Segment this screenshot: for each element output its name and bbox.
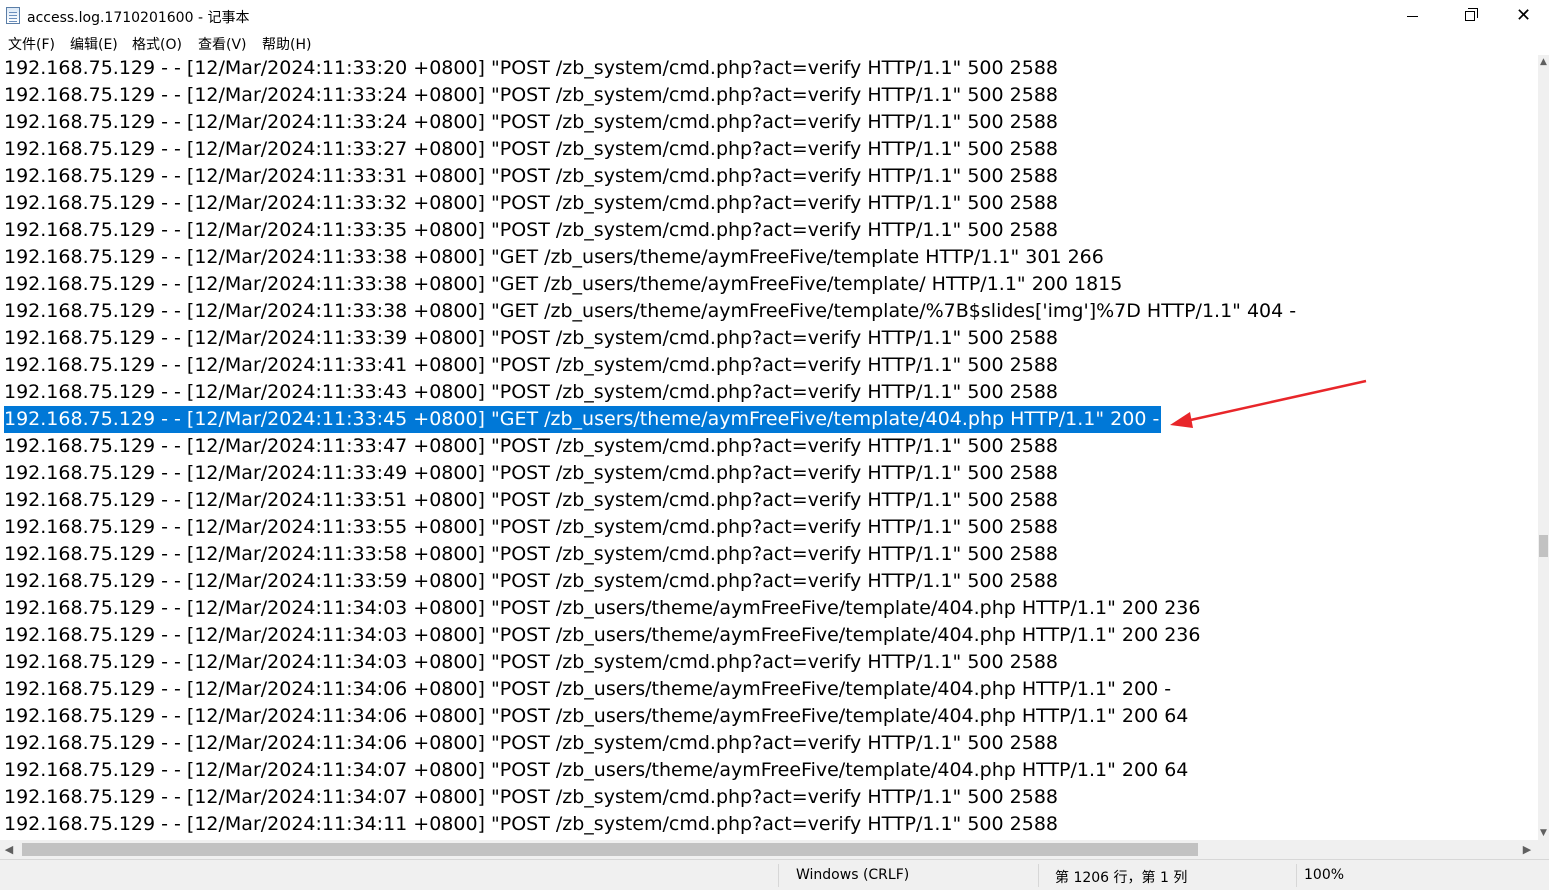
- menu-edit[interactable]: 编辑(E): [70, 34, 118, 54]
- log-line: 192.168.75.129 - - [12/Mar/2024:11:33:38…: [4, 246, 1104, 268]
- log-line: 192.168.75.129 - - [12/Mar/2024:11:33:35…: [4, 219, 1058, 241]
- scroll-up-arrow-icon[interactable]: ▲: [1538, 55, 1549, 69]
- scrollbar-corner: [1538, 840, 1549, 859]
- minimize-icon: [1406, 15, 1418, 17]
- selected-log-line: 192.168.75.129 - - [12/Mar/2024:11:33:45…: [4, 406, 1162, 433]
- menu-format[interactable]: 格式(O): [132, 34, 182, 54]
- scroll-left-arrow-icon[interactable]: ◀: [0, 840, 18, 859]
- status-bar: Windows (CRLF) 第 1206 行，第 1 列 100%: [0, 859, 1549, 890]
- log-line: 192.168.75.129 - - [12/Mar/2024:11:33:58…: [4, 543, 1058, 565]
- log-line: 192.168.75.129 - - [12/Mar/2024:11:33:27…: [4, 138, 1058, 160]
- close-button[interactable]: ✕: [1498, 0, 1549, 32]
- log-line: 192.168.75.129 - - [12/Mar/2024:11:34:06…: [4, 678, 1172, 700]
- log-line: 192.168.75.129 - - [12/Mar/2024:11:33:41…: [4, 354, 1058, 376]
- scroll-right-arrow-icon[interactable]: ▶: [1518, 840, 1536, 859]
- log-line: 192.168.75.129 - - [12/Mar/2024:11:34:06…: [4, 732, 1058, 754]
- log-line: 192.168.75.129 - - [12/Mar/2024:11:33:55…: [4, 516, 1058, 538]
- log-line: 192.168.75.129 - - [12/Mar/2024:11:33:31…: [4, 165, 1058, 187]
- log-line: 192.168.75.129 - - [12/Mar/2024:11:34:11…: [4, 813, 1058, 835]
- status-zoom: 100%: [1304, 867, 1345, 883]
- log-line: 192.168.75.129 - - [12/Mar/2024:11:34:06…: [4, 705, 1189, 727]
- log-line: 192.168.75.129 - - [12/Mar/2024:11:33:47…: [4, 435, 1058, 457]
- menu-help[interactable]: 帮助(H): [262, 34, 311, 54]
- status-encoding: Windows (CRLF): [796, 867, 910, 883]
- log-line: 192.168.75.129 - - [12/Mar/2024:11:33:49…: [4, 462, 1058, 484]
- restore-icon: [1465, 8, 1478, 21]
- close-icon: ✕: [1515, 5, 1532, 26]
- log-line: 192.168.75.129 - - [12/Mar/2024:11:34:03…: [4, 651, 1058, 673]
- horizontal-scroll-thumb[interactable]: [22, 843, 1198, 856]
- status-divider: [1296, 864, 1297, 887]
- log-line: 192.168.75.129 - - [12/Mar/2024:11:33:39…: [4, 327, 1058, 349]
- status-divider: [1038, 864, 1039, 887]
- log-line: 192.168.75.129 - - [12/Mar/2024:11:33:20…: [4, 57, 1058, 79]
- menu-file[interactable]: 文件(F): [8, 34, 55, 54]
- status-divider: [778, 864, 779, 887]
- log-line: 192.168.75.129 - - [12/Mar/2024:11:33:43…: [4, 381, 1058, 403]
- log-line: 192.168.75.129 - - [12/Mar/2024:11:33:38…: [4, 300, 1297, 322]
- text-editor[interactable]: 192.168.75.129 - - [12/Mar/2024:11:33:20…: [0, 55, 1538, 840]
- title-bar: access.log.1710201600 - 记事本 ✕: [0, 0, 1549, 32]
- notepad-icon: [6, 7, 20, 24]
- menu-view[interactable]: 查看(V): [198, 34, 247, 54]
- scroll-down-arrow-icon[interactable]: ▼: [1538, 826, 1549, 840]
- log-line: 192.168.75.129 - - [12/Mar/2024:11:33:59…: [4, 570, 1058, 592]
- log-line: 192.168.75.129 - - [12/Mar/2024:11:33:38…: [4, 273, 1123, 295]
- menu-bar: 文件(F) 编辑(E) 格式(O) 查看(V) 帮助(H): [0, 32, 1549, 54]
- log-line: 192.168.75.129 - - [12/Mar/2024:11:33:51…: [4, 489, 1058, 511]
- vertical-scroll-thumb[interactable]: [1539, 535, 1548, 557]
- status-cursor-position: 第 1206 行，第 1 列: [1055, 870, 1188, 886]
- log-line: 192.168.75.129 - - [12/Mar/2024:11:34:07…: [4, 786, 1058, 808]
- log-line: 192.168.75.129 - - [12/Mar/2024:11:34:07…: [4, 759, 1189, 781]
- restore-button[interactable]: [1441, 0, 1499, 32]
- minimize-button[interactable]: [1383, 0, 1441, 32]
- log-line: 192.168.75.129 - - [12/Mar/2024:11:33:24…: [4, 84, 1058, 106]
- vertical-scrollbar[interactable]: ▲ ▼: [1538, 55, 1549, 840]
- log-line: 192.168.75.129 - - [12/Mar/2024:11:34:03…: [4, 624, 1201, 646]
- log-line: 192.168.75.129 - - [12/Mar/2024:11:33:24…: [4, 111, 1058, 133]
- horizontal-scrollbar[interactable]: ◀ ▶: [0, 840, 1538, 859]
- log-line: 192.168.75.129 - - [12/Mar/2024:11:34:03…: [4, 597, 1201, 619]
- window-title: access.log.1710201600 - 记事本: [27, 10, 250, 26]
- log-line: 192.168.75.129 - - [12/Mar/2024:11:33:32…: [4, 192, 1058, 214]
